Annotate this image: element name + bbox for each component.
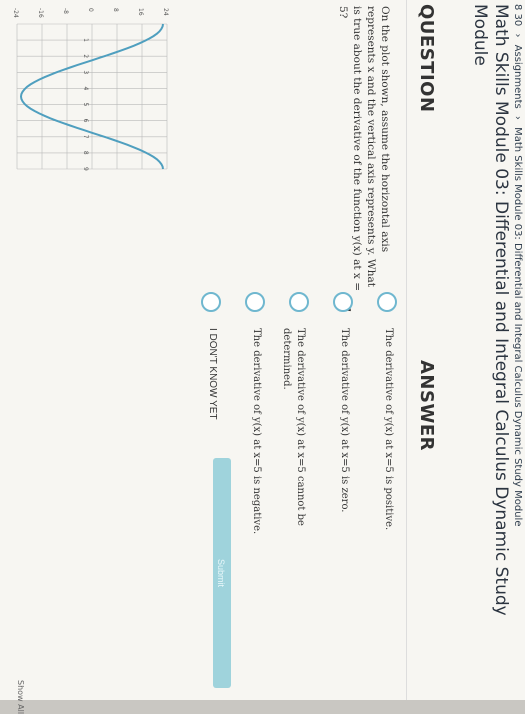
question-prompt: On the plot shown, assume the horizontal… [337, 6, 391, 291]
plot-tick-labels: 24 16 8 0 -8 -16 -24 1 2 3 4 5 6 7 8 9 [12, 8, 169, 171]
breadcrumb-current: Math Skills Module 03: Differential and … [512, 127, 523, 527]
answer-option[interactable]: The derivative of y(x) at x=5 is zero. [317, 292, 353, 692]
y-tick-label: -16 [37, 8, 44, 18]
answer-options: The derivative of y(x) at x=5 is positiv… [177, 292, 397, 692]
submit-button[interactable]: Submit [213, 458, 231, 688]
radio-button[interactable] [377, 292, 397, 312]
answer-heading: ANSWER [416, 360, 437, 451]
radio-button[interactable] [333, 292, 353, 312]
y-tick-label: 0 [87, 8, 94, 12]
x-tick-label: 8 [82, 151, 89, 155]
question-heading: QUESTION [416, 4, 437, 113]
radio-button[interactable] [245, 292, 265, 312]
answer-option-label[interactable]: The derivative of y(x) at x=5 is zero. [337, 328, 351, 573]
x-tick-label: 2 [82, 54, 89, 58]
show-all-link[interactable]: Show All [16, 680, 25, 714]
answer-option[interactable]: The derivative of y(x) at x=5 cannot be … [273, 292, 309, 692]
y-tick-label: -24 [12, 8, 19, 18]
answer-option-label[interactable]: The derivative of y(x) at x=5 is positiv… [381, 328, 395, 573]
x-tick-label: 9 [82, 167, 89, 171]
answer-option-label[interactable]: The derivative of y(x) at x=5 is negativ… [249, 328, 263, 573]
breadcrumb-separator: › [512, 33, 523, 38]
y-tick-label: 8 [112, 8, 119, 12]
page-title: Math Skills Module 03: Differential and … [470, 4, 511, 616]
section-divider [406, 0, 407, 700]
radio-button[interactable] [201, 292, 221, 312]
plot-grid [16, 23, 168, 170]
answer-option-label[interactable]: The derivative of y(x) at x=5 cannot be … [279, 328, 307, 573]
x-tick-label: 4 [82, 86, 89, 90]
y-tick-label: -8 [62, 8, 69, 14]
function-plot: 24 16 8 0 -8 -16 -24 1 2 3 4 5 6 7 8 9 [12, 8, 169, 171]
y-tick-label: 24 [162, 8, 169, 16]
x-tick-label: 7 [82, 135, 89, 139]
browser-page: 8 30 › Assignments › Math Skills Module … [0, 0, 525, 714]
x-tick-label: 3 [82, 70, 89, 74]
answer-option[interactable]: The derivative of y(x) at x=5 is negativ… [229, 292, 265, 692]
answer-option[interactable]: The derivative of y(x) at x=5 is positiv… [361, 292, 397, 692]
breadcrumb: 8 30 › Assignments › Math Skills Module … [509, 4, 523, 694]
breadcrumb-separator: › [512, 115, 523, 120]
x-tick-label: 1 [82, 38, 89, 42]
breadcrumb-assignments-link[interactable]: Assignments [512, 45, 523, 109]
x-tick-label: 5 [82, 103, 89, 107]
y-tick-label: 16 [137, 8, 144, 16]
breadcrumb-course[interactable]: 8 30 [512, 4, 523, 26]
radio-button[interactable] [289, 292, 309, 312]
x-tick-label: 6 [82, 119, 89, 123]
